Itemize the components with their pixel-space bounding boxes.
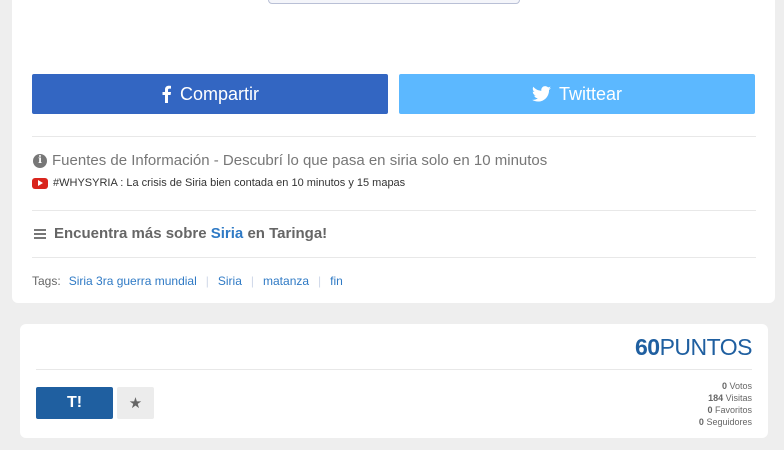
stat-votos: 0 Votos: [721, 381, 752, 391]
stat-seguidores: 0 Seguidores: [698, 417, 752, 427]
facebook-share-button[interactable]: Compartir: [32, 74, 388, 114]
post-stats: 0 Votos 184 Visitas 0 Favoritos 0 Seguid…: [699, 380, 752, 428]
facebook-icon: [162, 85, 171, 103]
more-about-row: Encuentra más sobre Siria en Taringa!: [34, 225, 327, 242]
star-icon: ★: [128, 395, 143, 412]
post-share-card: Compartir Twittear i Fuentes de Informac…: [12, 0, 775, 303]
info-icon: i: [33, 153, 47, 168]
tag-separator: |: [318, 274, 322, 288]
top-control[interactable]: [268, 0, 520, 4]
more-suffix: en Taringa!: [247, 225, 328, 242]
points-label: PUNTOS: [659, 334, 753, 360]
tag-separator: |: [205, 274, 209, 288]
tag-link[interactable]: matanza: [263, 274, 309, 288]
points-display: 60PUNTOS: [634, 334, 753, 361]
divider: [32, 136, 756, 137]
tag-link[interactable]: Siria 3ra guerra mundial: [69, 274, 197, 288]
tag-link[interactable]: fin: [330, 274, 343, 288]
source-link[interactable]: #WHYSYRIA : La crisis de Siria bien cont…: [32, 177, 405, 189]
twitter-share-button[interactable]: Twittear: [399, 74, 755, 114]
twitter-share-label: Twittear: [558, 83, 623, 104]
favorite-button[interactable]: ★: [117, 387, 154, 419]
tags-label: Tags:: [32, 274, 61, 288]
divider: [32, 210, 756, 211]
sources-title-text: Fuentes de Información - Descubrí lo que…: [52, 152, 548, 169]
twitter-icon: [531, 86, 551, 102]
more-prefix: Encuentra más sobre: [54, 225, 207, 242]
post-stats-card: 60PUNTOS T! ★ 0 Votos 184 Visitas 0 Favo…: [20, 324, 768, 438]
points-value: 60: [634, 334, 660, 360]
give-points-button[interactable]: T!: [36, 387, 113, 419]
tag-link[interactable]: Siria: [218, 274, 242, 288]
sources-heading: i Fuentes de Información - Descubrí lo q…: [33, 152, 547, 169]
facebook-share-label: Compartir: [179, 83, 259, 104]
divider: [36, 369, 752, 370]
tag-separator: |: [250, 274, 255, 288]
stat-visitas: 184 Visitas: [708, 393, 752, 403]
menu-icon: [34, 228, 46, 239]
youtube-icon: [32, 177, 48, 189]
source-link-text: #WHYSYRIA : La crisis de Siria bien cont…: [53, 177, 406, 189]
tags-row: Tags: Siria 3ra guerra mundial | Siria |…: [32, 274, 343, 288]
stat-favoritos: 0 Favoritos: [707, 405, 752, 415]
divider: [32, 257, 756, 258]
more-topic-link[interactable]: Siria: [211, 225, 244, 242]
